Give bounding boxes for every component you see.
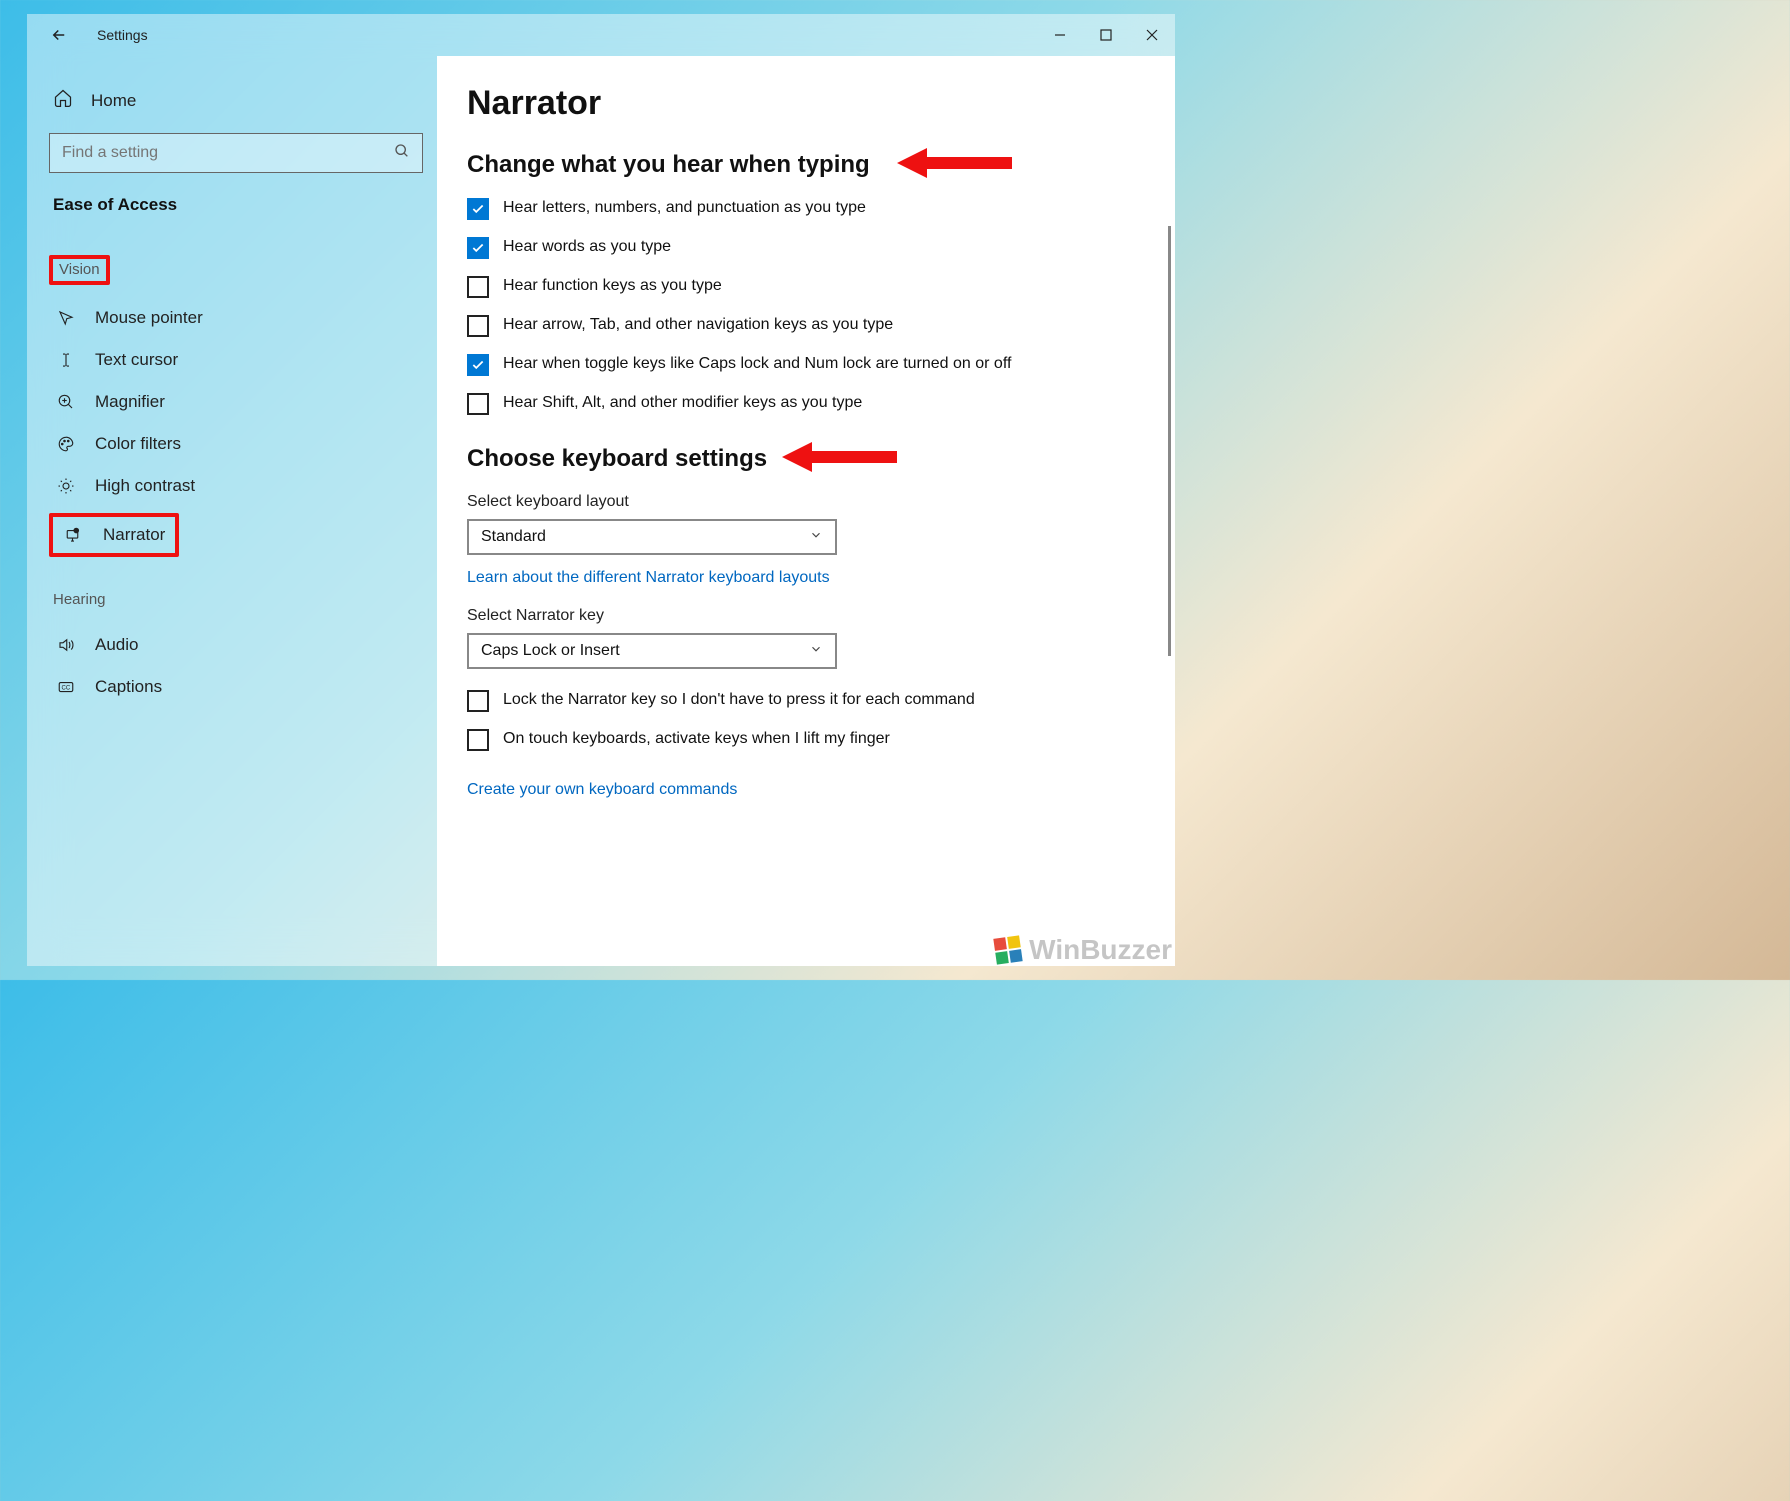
nav-label: Text cursor [95,350,178,370]
checkbox[interactable] [467,315,489,337]
home-icon [53,88,73,113]
home-nav[interactable]: Home [49,80,423,133]
checkbox[interactable] [467,354,489,376]
annotation-arrow [782,437,902,477]
checkbox[interactable] [467,198,489,220]
audio-icon [55,636,77,654]
checkbox-row[interactable]: Hear letters, numbers, and punctuation a… [467,197,1145,220]
checkbox-label: Hear function keys as you type [503,275,722,297]
checkbox[interactable] [467,237,489,259]
text-cursor-icon [55,351,77,369]
nav-label: Color filters [95,434,181,454]
sidebar-item-high-contrast[interactable]: High contrast [49,465,423,507]
sidebar-item-narrator[interactable]: Narrator [59,519,169,551]
home-label: Home [91,91,136,111]
category-title: Ease of Access [49,195,423,215]
chevron-down-icon [809,642,823,661]
checkbox-row[interactable]: Lock the Narrator key so I don't have to… [467,689,1145,712]
checkbox-row[interactable]: Hear words as you type [467,236,1145,259]
search-icon [394,143,410,164]
watermark-text: WinBuzzer [1029,934,1172,966]
nav-label: Captions [95,677,162,697]
field-label: Select keyboard layout [467,493,1145,511]
watermark: WinBuzzer [995,934,1172,966]
checkbox-label: Hear when toggle keys like Caps lock and… [503,353,1011,375]
checkbox[interactable] [467,276,489,298]
checkbox-label: Hear words as you type [503,236,671,258]
dropdown-value: Caps Lock or Insert [481,642,620,660]
logo-icon [993,935,1022,964]
nav-label: Mouse pointer [95,308,203,328]
cursor-icon [55,309,77,327]
learn-layouts-link[interactable]: Learn about the different Narrator keybo… [467,569,830,587]
checkbox-label: Lock the Narrator key so I don't have to… [503,689,975,711]
annotation-highlight: Narrator [49,513,179,557]
annotation-highlight: Vision [49,255,110,285]
window-title: Settings [97,27,148,43]
dropdown-value: Standard [481,528,546,546]
checkbox-label: Hear letters, numbers, and punctuation a… [503,197,866,219]
checkbox-label: Hear arrow, Tab, and other navigation ke… [503,314,893,336]
sidebar-item-magnifier[interactable]: Magnifier [49,381,423,423]
settings-window: Settings Home Ease of Access Vision [27,14,1175,966]
sidebar-item-mouse-pointer[interactable]: Mouse pointer [49,297,423,339]
search-box[interactable] [49,133,423,173]
scrollbar[interactable] [1168,226,1171,656]
svg-text:CC: CC [62,685,71,691]
sidebar: Home Ease of Access Vision Mouse pointer… [27,56,437,966]
checkbox-row[interactable]: Hear function keys as you type [467,275,1145,298]
minimize-button[interactable] [1037,14,1083,56]
narrator-icon [63,526,85,544]
section-heading-typing: Change what you hear when typing [467,151,1145,179]
page-title: Narrator [467,84,1145,123]
checkbox-row[interactable]: On touch keyboards, activate keys when I… [467,728,1145,751]
sidebar-item-text-cursor[interactable]: Text cursor [49,339,423,381]
nav-label: Narrator [103,525,165,545]
sidebar-item-audio[interactable]: Audio [49,624,423,666]
main-content: Narrator Change what you hear when typin… [437,56,1175,966]
nav-label: High contrast [95,476,195,496]
palette-icon [55,435,77,453]
group-vision-label: Vision [59,261,100,278]
checkbox[interactable] [467,690,489,712]
checkbox-row[interactable]: Hear Shift, Alt, and other modifier keys… [467,392,1145,415]
keyboard-layout-dropdown[interactable]: Standard [467,519,837,555]
checkbox-label: Hear Shift, Alt, and other modifier keys… [503,392,862,414]
nav-label: Magnifier [95,392,165,412]
checkbox[interactable] [467,393,489,415]
sidebar-item-captions[interactable]: CC Captions [49,666,423,708]
search-input[interactable] [62,144,394,162]
nav-label: Audio [95,635,138,655]
sidebar-item-color-filters[interactable]: Color filters [49,423,423,465]
magnifier-icon [55,393,77,411]
narrator-key-dropdown[interactable]: Caps Lock or Insert [467,633,837,669]
checkbox[interactable] [467,729,489,751]
captions-icon: CC [55,678,77,696]
chevron-down-icon [809,528,823,547]
checkbox-label: On touch keyboards, activate keys when I… [503,728,890,750]
maximize-button[interactable] [1083,14,1129,56]
checkbox-row[interactable]: Hear when toggle keys like Caps lock and… [467,353,1145,376]
titlebar: Settings [27,14,1175,56]
create-commands-link[interactable]: Create your own keyboard commands [467,781,737,799]
close-button[interactable] [1129,14,1175,56]
back-button[interactable] [45,21,73,49]
brightness-icon [55,477,77,495]
group-hearing-label: Hearing [49,585,423,624]
annotation-arrow [897,143,1017,183]
field-label: Select Narrator key [467,607,1145,625]
checkbox-row[interactable]: Hear arrow, Tab, and other navigation ke… [467,314,1145,337]
